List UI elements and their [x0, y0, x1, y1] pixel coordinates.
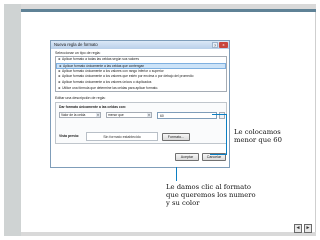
- rule-type-list[interactable]: ► Aplicar formato a todas las celdas seg…: [55, 56, 227, 92]
- callout-click-format: Le damos clic al formato que queremos lo…: [166, 183, 256, 207]
- callout-line-bottom: [176, 167, 177, 181]
- new-format-rule-dialog: Nueva regla de formato ? x Seleccionar u…: [50, 40, 230, 168]
- callout-less-than-60: Le colocamos menor que 60: [234, 128, 282, 144]
- format-button[interactable]: Formato...: [162, 133, 190, 141]
- close-button[interactable]: x: [219, 42, 228, 48]
- condition-select[interactable]: Valor de la celda ▾: [59, 112, 101, 118]
- callout-line-top-right-horizontal: [210, 154, 227, 155]
- format-only-cells-label: Dar formato únicamente a las celdas con:: [59, 105, 127, 109]
- operator-select[interactable]: menor que ▾: [106, 112, 152, 118]
- callout-line-top-right-vertical: [226, 114, 227, 154]
- callout-line: Le damos clic al formato: [166, 183, 251, 191]
- value-input[interactable]: 60: [157, 112, 217, 119]
- chevron-down-icon: ▾: [147, 113, 151, 117]
- rule-description-panel: Dar formato únicamente a las celdas con:…: [55, 102, 227, 144]
- callout-line: que queremos los numero: [166, 191, 256, 199]
- callout-line-top-right: [212, 114, 226, 115]
- rule-type-item[interactable]: ► Utilice una fórmula que determine las …: [56, 86, 226, 92]
- operator-select-value: menor que: [108, 113, 124, 117]
- callout-line: Le colocamos: [234, 128, 281, 136]
- slide-top-accent-bar: [21, 9, 316, 12]
- next-slide-button[interactable]: ►: [304, 224, 312, 233]
- accept-button[interactable]: Aceptar: [175, 153, 199, 161]
- callout-line: y su color: [166, 199, 200, 207]
- format-preview: Sin formato establecido: [86, 132, 158, 141]
- edit-description-label: Editar una descripción de regla:: [55, 96, 106, 100]
- chevron-down-icon: ▾: [96, 113, 100, 117]
- preview-label: Vista previa:: [59, 134, 80, 138]
- callout-line: menor que 60: [234, 136, 282, 144]
- dialog-title: Nueva regla de formato: [51, 41, 229, 49]
- prev-slide-button[interactable]: ◄: [294, 224, 302, 233]
- select-rule-type-label: Seleccionar un tipo de regla:: [55, 51, 101, 55]
- slide-sidebar-bar: [4, 4, 21, 236]
- condition-select-value: Valor de la celda: [61, 113, 86, 117]
- help-button[interactable]: ?: [212, 42, 218, 48]
- slide-bottom-bar: [21, 232, 316, 236]
